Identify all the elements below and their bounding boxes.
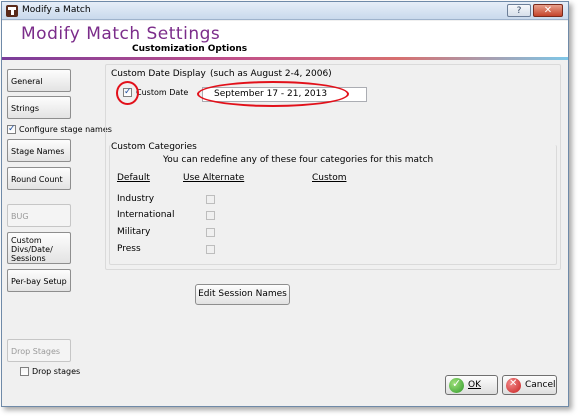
title-bar: Modify a Match ? ✕ — [2, 2, 568, 20]
category-label-military: Military — [117, 227, 151, 237]
custom-divs-line-3: Sessions — [11, 254, 46, 263]
ok-label: OK — [468, 380, 481, 390]
column-header-default: Default — [117, 173, 150, 183]
page-title: Modify Match Settings — [21, 24, 221, 44]
strings-button[interactable]: Strings — [7, 96, 71, 119]
custom-categories-label: Custom Categories — [111, 142, 197, 152]
general-button[interactable]: General — [7, 69, 71, 92]
checkmark-icon — [449, 377, 464, 393]
modify-match-window: Modify a Match ? ✕ Modify Match Settings… — [1, 1, 569, 407]
column-header-custom: Custom — [312, 173, 347, 183]
annotation-circle-checkbox — [116, 81, 139, 105]
help-button[interactable]: ? — [507, 4, 531, 17]
custom-categories-description: You can redefine any of these four categ… — [163, 155, 434, 165]
ok-button[interactable]: OK — [445, 375, 498, 395]
custom-date-section-label: Custom Date Display — [111, 69, 206, 79]
configure-stage-names-checkbox[interactable] — [7, 124, 16, 134]
configure-stage-names-row[interactable]: Configure stage names — [7, 124, 112, 134]
cancel-icon — [506, 378, 521, 393]
round-count-button[interactable]: Round Count — [7, 167, 71, 190]
help-icon: ? — [516, 6, 522, 16]
annotation-circle-date — [197, 81, 349, 107]
category-label-press: Press — [117, 244, 141, 254]
drop-stages-checkbox[interactable] — [20, 367, 29, 376]
category-label-industry: Industry — [117, 194, 155, 204]
close-button[interactable]: ✕ — [533, 4, 563, 17]
page-subtitle: Customization Options — [132, 44, 248, 54]
cancel-label: Cancel — [525, 380, 556, 390]
cancel-button[interactable]: Cancel — [502, 375, 557, 395]
custom-divs-line-2: Divs/Date/ — [11, 245, 53, 254]
column-header-use-alternate: Use Alternate — [183, 173, 245, 183]
category-checkbox-industry[interactable] — [206, 195, 215, 204]
header: Modify Match Settings Customization Opti… — [2, 21, 568, 57]
window-title: Modify a Match — [22, 5, 91, 15]
custom-divs-line-1: Custom — [11, 236, 42, 245]
bug-button[interactable]: BUG — [7, 204, 71, 227]
drop-stages-row[interactable]: Drop stages — [20, 367, 80, 376]
custom-divs-date-sessions-button[interactable]: Custom Divs/Date/ Sessions — [7, 232, 71, 264]
configure-stage-names-label: Configure stage names — [19, 125, 112, 134]
category-label-international: International — [117, 210, 175, 220]
category-checkbox-press[interactable] — [206, 245, 215, 254]
category-checkbox-international[interactable] — [206, 211, 215, 220]
drop-stages-label: Drop stages — [32, 367, 81, 376]
custom-date-example: (such as August 2-4, 2006) — [210, 69, 332, 79]
category-checkbox-military[interactable] — [206, 228, 215, 237]
per-bay-setup-button[interactable]: Per-bay Setup — [7, 269, 71, 292]
drop-stages-button[interactable]: Drop Stages — [7, 339, 71, 362]
edit-session-names-button[interactable]: Edit Session Names — [195, 284, 290, 305]
close-icon: ✕ — [543, 5, 553, 16]
sidebar: General Strings Configure stage names St… — [2, 60, 112, 406]
app-icon — [6, 5, 18, 17]
stage-names-button[interactable]: Stage Names — [7, 139, 71, 162]
custom-date-label: Custom Date — [136, 88, 189, 97]
